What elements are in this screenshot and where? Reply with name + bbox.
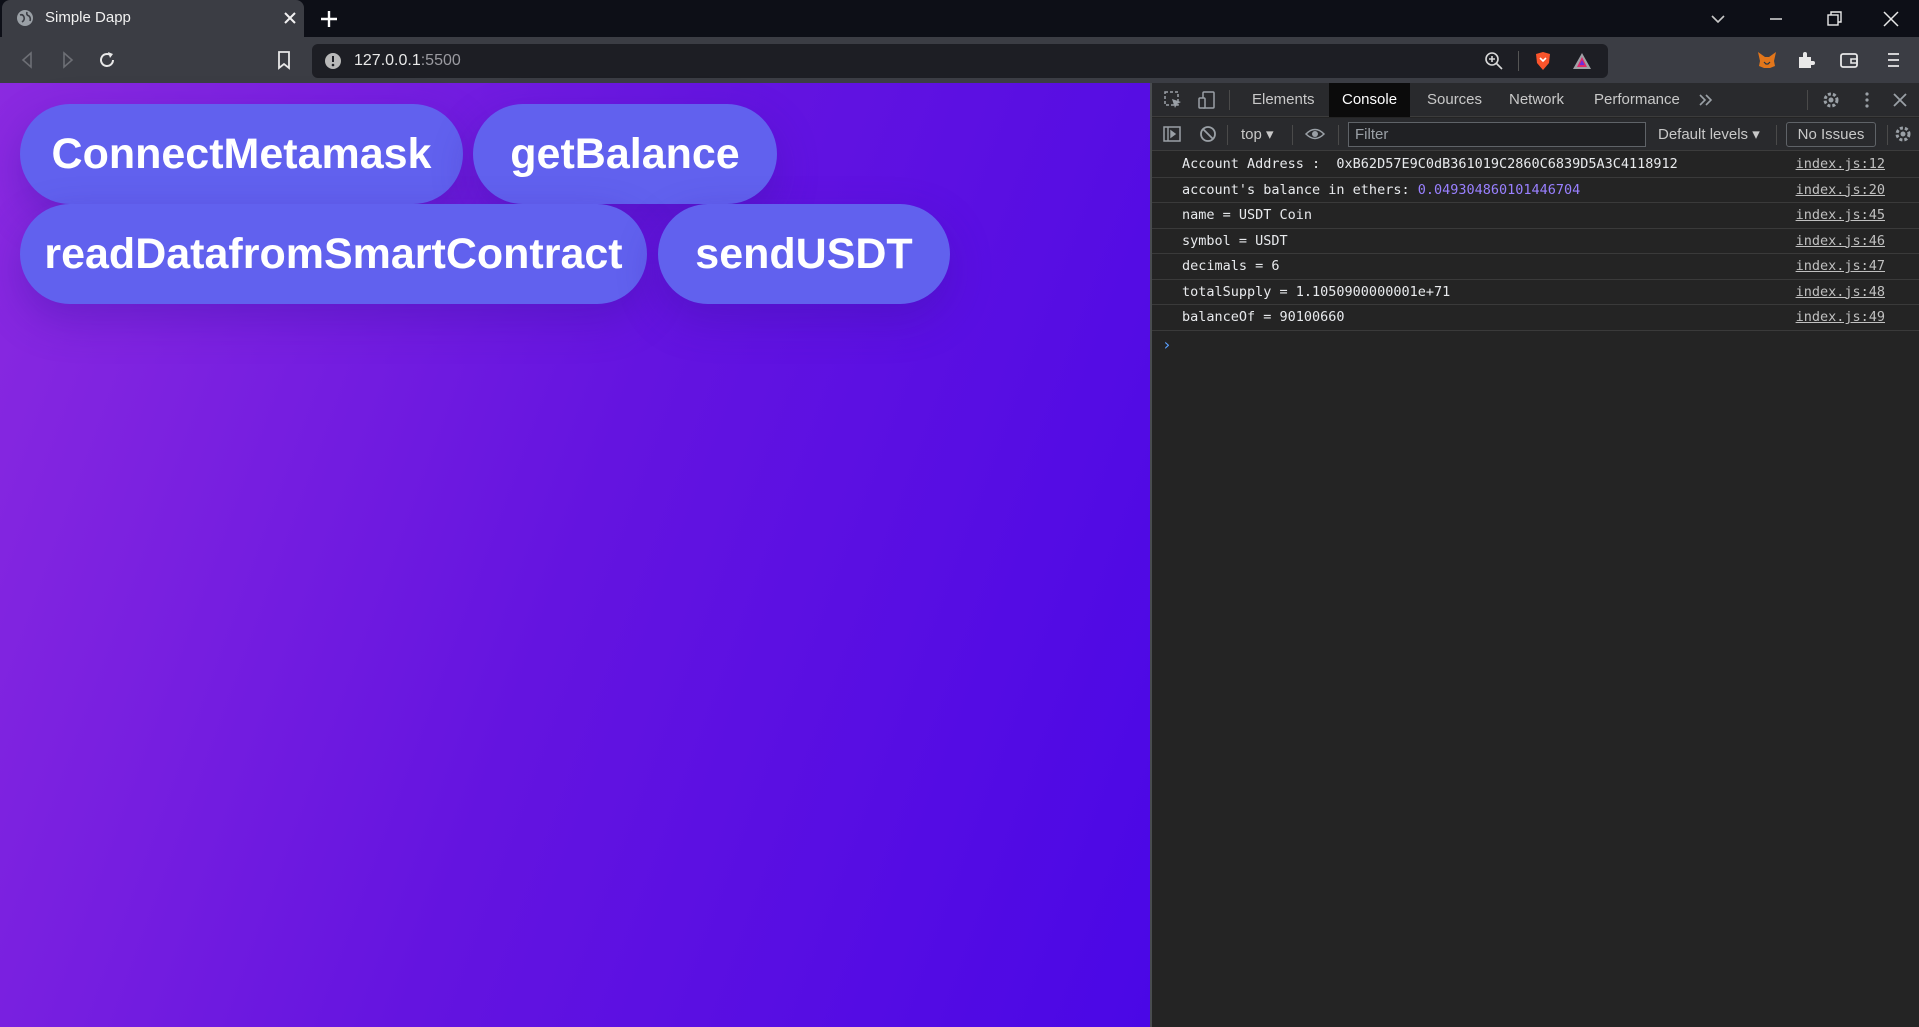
context-selector[interactable]: top ▾ (1241, 125, 1274, 143)
console-prompt-row[interactable]: › (1152, 331, 1919, 357)
menu-icon[interactable] (1882, 49, 1904, 71)
console-log-row: account's balance in ethers: 0.049304860… (1152, 178, 1919, 203)
log-source-link[interactable]: index.js:48 (1796, 284, 1885, 300)
minimize-icon[interactable] (1765, 8, 1787, 30)
settings-gear-icon[interactable] (1820, 89, 1842, 111)
reload-icon[interactable] (96, 49, 118, 71)
brave-shield-icon[interactable] (1532, 50, 1554, 72)
zoom-icon[interactable] (1483, 50, 1505, 72)
log-message: symbol = USDT (1182, 232, 1288, 249)
tab-network[interactable]: Network (1496, 83, 1577, 117)
log-message: Account Address : 0xB62D57E9C0dB361019C2… (1182, 156, 1678, 172)
kebab-menu-icon[interactable] (1856, 89, 1878, 111)
extensions-puzzle-icon[interactable] (1795, 49, 1817, 71)
restore-icon[interactable] (1823, 8, 1845, 30)
url-text: 127.0.0.1:5500 (354, 52, 461, 70)
read-data-button[interactable]: readDatafromSmartContract (20, 204, 647, 304)
log-levels-dropdown[interactable]: Default levels ▾ (1658, 125, 1760, 143)
forward-icon[interactable] (56, 49, 78, 71)
brave-rewards-icon[interactable] (1571, 50, 1593, 72)
toolbar-separator-2 (1292, 125, 1293, 145)
send-usdt-button[interactable]: sendUSDT (658, 204, 950, 304)
wallet-icon[interactable] (1838, 49, 1860, 71)
tab-separator-right (1807, 90, 1808, 110)
console-toolbar: top ▾ Filter Default levels ▾ No Issues (1152, 118, 1919, 151)
connect-metamask-button[interactable]: ConnectMetamask (20, 104, 463, 204)
sidebar-toggle-icon[interactable] (1161, 123, 1183, 145)
close-window-icon[interactable] (1880, 8, 1902, 30)
console-log-row: decimals = 6 index.js:47 (1152, 254, 1919, 280)
toolbar-separator-5 (1887, 125, 1888, 145)
close-tab-icon[interactable] (281, 9, 299, 27)
toolbar-separator-3 (1338, 125, 1339, 145)
log-text: account's balance in ethers: (1182, 181, 1418, 198)
new-tab-icon[interactable] (318, 8, 340, 30)
tab-strip: Simple Dapp (0, 0, 1919, 37)
url-host: 127.0.0.1 (354, 52, 421, 69)
console-log-row: name = USDT Coin index.js:45 (1152, 203, 1919, 229)
inspect-element-icon[interactable] (1162, 89, 1184, 111)
console-log-list: Account Address : 0xB62D57E9C0dB361019C2… (1152, 152, 1919, 356)
close-devtools-icon[interactable] (1889, 89, 1911, 111)
eye-icon[interactable] (1304, 123, 1326, 145)
log-source-link[interactable]: index.js:47 (1796, 258, 1885, 274)
tab-performance[interactable]: Performance (1581, 83, 1693, 117)
bookmark-icon[interactable] (273, 49, 295, 71)
clear-console-icon[interactable] (1197, 123, 1219, 145)
browser-toolbar: 127.0.0.1:5500 (0, 37, 1919, 83)
devtools-tab-bar: Elements Console Sources Network Perform… (1152, 83, 1919, 117)
log-message: decimals = 6 (1182, 258, 1280, 274)
log-levels-label: Default levels (1658, 126, 1749, 143)
browser-window: Simple Dapp 127.0.0.1:5500 ConnectMetama… (0, 0, 1919, 1027)
globe-icon (17, 10, 33, 26)
console-prompt-chevron-icon: › (1162, 334, 1172, 354)
device-toolbar-icon[interactable] (1196, 89, 1218, 111)
tab-elements[interactable]: Elements (1239, 83, 1328, 117)
console-log-row: balanceOf = 90100660 index.js:49 (1152, 305, 1919, 331)
url-port: :5500 (420, 52, 461, 69)
log-message: totalSupply = 1.1050900000001e+71 (1182, 283, 1451, 300)
log-number-value: 0.049304860101446704 (1417, 181, 1581, 198)
toolbar-separator (1227, 125, 1228, 145)
log-message: balanceOf = 90100660 (1182, 309, 1345, 325)
metamask-fox-icon[interactable] (1756, 49, 1778, 71)
page-viewport: ConnectMetamask getBalance readDatafromS… (0, 83, 1150, 1027)
console-log-row: symbol = USDT index.js:46 (1152, 229, 1919, 254)
tab-sources[interactable]: Sources (1414, 83, 1495, 117)
console-log-row: Account Address : 0xB62D57E9C0dB361019C2… (1152, 152, 1919, 178)
context-label: top (1241, 126, 1262, 143)
address-bar[interactable]: 127.0.0.1:5500 (312, 44, 1608, 78)
issues-button[interactable]: No Issues (1786, 122, 1876, 147)
console-settings-icon[interactable] (1892, 123, 1914, 145)
back-icon[interactable] (17, 49, 39, 71)
url-divider (1518, 51, 1519, 71)
tab-simple-dapp[interactable]: Simple Dapp (2, 0, 304, 37)
toolbar-separator-4 (1776, 125, 1777, 145)
tab-search-chevron-icon[interactable] (1707, 8, 1729, 30)
log-message: account's balance in ethers: 0.049304860… (1182, 182, 1580, 198)
tab-title: Simple Dapp (45, 9, 131, 26)
get-balance-button[interactable]: getBalance (473, 104, 777, 204)
log-source-link[interactable]: index.js:45 (1796, 207, 1885, 223)
more-tabs-chevron-icon[interactable] (1695, 89, 1717, 111)
log-source-link[interactable]: index.js:12 (1796, 156, 1885, 172)
tab-console[interactable]: Console (1329, 83, 1411, 117)
devtools-panel: Elements Console Sources Network Perform… (1150, 83, 1919, 1027)
tab-separator (1229, 90, 1230, 110)
log-source-link[interactable]: index.js:46 (1796, 233, 1885, 249)
filter-input[interactable]: Filter (1348, 122, 1646, 147)
log-message: name = USDT Coin (1182, 207, 1313, 223)
log-source-link[interactable]: index.js:49 (1796, 309, 1885, 325)
info-icon[interactable] (322, 50, 344, 72)
log-source-link[interactable]: index.js:20 (1796, 182, 1885, 198)
console-log-row: totalSupply = 1.1050900000001e+71 index.… (1152, 280, 1919, 305)
